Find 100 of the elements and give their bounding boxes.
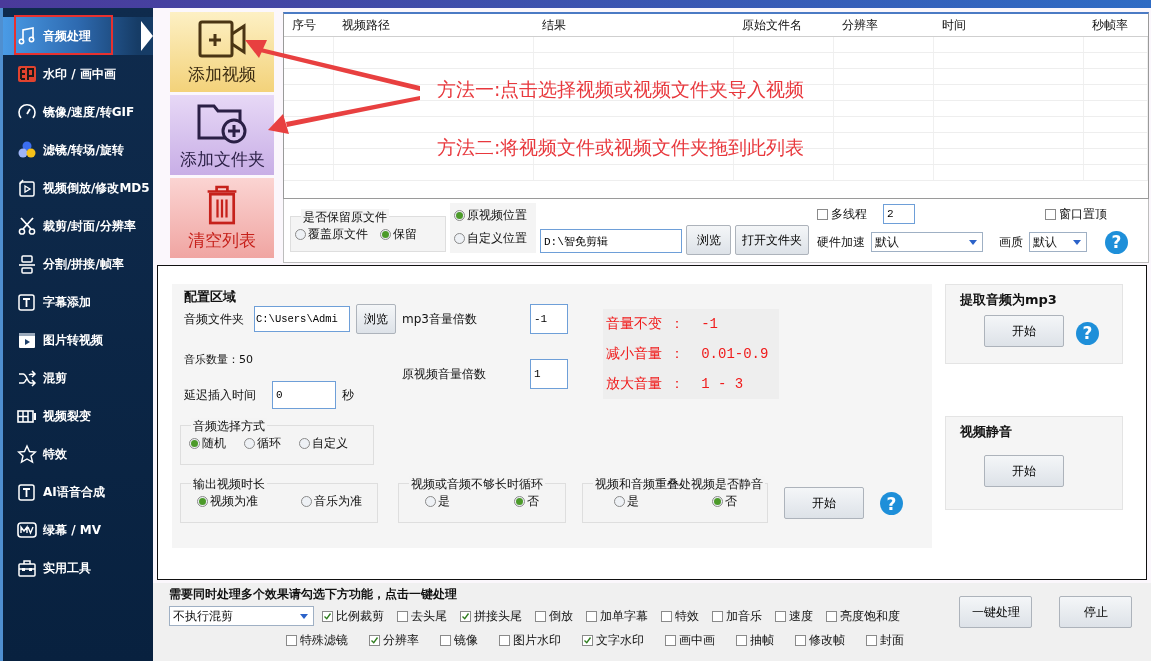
checkbox[interactable]: 文字水印 <box>582 632 644 649</box>
radio-button[interactable]: 原视频位置 <box>454 207 532 225</box>
field-label: 原视频音量倍数 <box>402 365 487 383</box>
radio-button[interactable]: 是 <box>613 493 639 510</box>
column-header[interactable]: 视频路径 <box>334 16 534 34</box>
checkbox[interactable]: 加单字幕 <box>586 607 648 625</box>
sidebar-item[interactable]: 图片转视频 <box>3 321 153 359</box>
checkmark-icon <box>461 611 470 621</box>
annotation-text: 方法一:点击选择视频或视频文件夹导入视频 <box>437 77 805 102</box>
checkbox[interactable]: 特效 <box>661 607 699 625</box>
start-button[interactable]: 开始 <box>984 315 1064 347</box>
checkbox[interactable]: 抽帧 <box>736 632 774 649</box>
help-button[interactable]: ? <box>1076 321 1099 345</box>
checkbox[interactable]: 去头尾 <box>397 607 447 625</box>
checkbox[interactable]: 画中画 <box>665 632 715 649</box>
thread-count-field[interactable]: 2 <box>883 204 915 225</box>
sidebar-item[interactable]: 裁剪/封面/分辨率 <box>3 207 153 245</box>
radio-button[interactable]: 否 <box>514 493 539 510</box>
checkbox[interactable]: 亮度饱和度 <box>826 607 900 625</box>
radio-button[interactable]: 循环 <box>244 435 281 452</box>
text-box-icon <box>17 482 37 502</box>
image-play-icon <box>17 330 37 350</box>
sidebar-item[interactable]: 镜像/速度/转GIF <box>3 93 153 131</box>
radio-button[interactable]: 保留 <box>380 226 417 244</box>
sidebar-item[interactable]: 特效 <box>3 435 153 473</box>
badge-icon <box>17 64 37 84</box>
column-header[interactable]: 原始文件名 <box>734 16 834 34</box>
help-button[interactable]: ? <box>880 492 903 515</box>
dropdown[interactable]: 默认 <box>871 232 983 253</box>
radio-button[interactable]: 是 <box>425 493 450 510</box>
browse-button[interactable]: 浏览 <box>356 304 396 334</box>
checkbox[interactable]: 封面 <box>866 632 904 649</box>
annotation-text: 方法二:将视频文件或视频文件夹拖到此列表 <box>437 135 805 160</box>
radio-button[interactable]: 否 <box>711 493 737 510</box>
text-box-icon <box>17 292 37 312</box>
column-header[interactable]: 结果 <box>534 16 734 34</box>
sidebar-item[interactable]: 水印 / 画中画 <box>3 55 153 93</box>
browse-button[interactable]: 浏览 <box>686 225 731 256</box>
sidebar-item[interactable]: 混剪 <box>3 359 153 397</box>
dropdown[interactable]: 不执行混剪 <box>169 606 314 626</box>
sidebar-item[interactable]: 音频处理 <box>3 17 153 55</box>
radio-button[interactable]: 自定义位置 <box>454 230 532 248</box>
dropdown[interactable]: 默认 <box>1029 232 1087 253</box>
checkbox[interactable]: 图片水印 <box>499 632 561 649</box>
group-title: 提取音频为mp3 <box>960 291 1057 309</box>
checkmark-icon <box>370 636 379 645</box>
add-video-button[interactable]: 添加视频 <box>170 12 274 92</box>
checkbox[interactable]: 倒放 <box>535 607 573 625</box>
sidebar-item[interactable]: 滤镜/转场/旋转 <box>3 131 153 169</box>
sidebar-item[interactable]: 实用工具 <box>3 549 153 587</box>
group-title: 视频静音 <box>960 423 1012 441</box>
sidebar-item[interactable]: 视频裂变 <box>3 397 153 435</box>
sidebar-item[interactable]: 绿幕 / MV <box>3 511 153 549</box>
column-header[interactable]: 时间 <box>934 16 1084 34</box>
group-title: 视频或音频不够长时循环 <box>409 476 545 493</box>
delay-field[interactable]: 0 <box>272 381 336 409</box>
checkbox[interactable]: 修改帧 <box>795 632 845 649</box>
radio-button[interactable]: 随机 <box>189 435 226 452</box>
checkbox[interactable]: 分辨率 <box>369 632 419 649</box>
help-button[interactable]: ? <box>1105 230 1128 254</box>
sidebar-item[interactable]: 分割/拼接/帧率 <box>3 245 153 283</box>
column-header[interactable]: 序号 <box>284 16 334 34</box>
checkbox[interactable]: 特殊滤镜 <box>286 632 348 649</box>
radio-button[interactable]: 视频为准 <box>196 493 258 510</box>
add-folder-button[interactable]: 添加文件夹 <box>170 95 274 175</box>
sidebar-item[interactable]: 视频倒放/修改MD5 <box>3 169 153 207</box>
stop-button[interactable]: 停止 <box>1059 596 1132 628</box>
checkbox[interactable]: 加音乐 <box>712 607 762 625</box>
field-label: 音频文件夹 <box>184 310 244 328</box>
volume-field[interactable]: -1 <box>530 304 568 334</box>
unit-label: 秒 <box>342 386 354 404</box>
field-label: mp3音量倍数 <box>402 310 478 328</box>
checkbox[interactable]: 拼接头尾 <box>460 607 522 625</box>
checkbox[interactable]: 比例裁剪 <box>322 607 384 625</box>
path-field[interactable]: D:\智免剪辑 <box>540 229 682 254</box>
volume-field[interactable]: 1 <box>530 359 568 389</box>
checkmark-icon <box>323 611 332 621</box>
start-button[interactable]: 开始 <box>784 487 864 519</box>
radio-button[interactable]: 覆盖原文件 <box>295 226 368 244</box>
checkbox[interactable]: 窗口置顶 <box>1045 205 1107 223</box>
radio-button[interactable]: 自定义 <box>299 435 348 452</box>
checkbox[interactable]: 镜像 <box>440 632 478 649</box>
shuffle-icon <box>17 368 37 388</box>
sidebar-item[interactable]: 字幕添加 <box>3 283 153 321</box>
open-folder-button[interactable]: 打开文件夹 <box>735 225 809 256</box>
radio-button[interactable]: 音乐为准 <box>300 493 362 510</box>
group-title: 输出视频时长 <box>191 476 267 493</box>
column-header[interactable]: 分辨率 <box>834 16 934 34</box>
instruction-text: 需要同时处理多个效果请勾选下方功能，点击一键处理 <box>169 586 458 603</box>
checkbox[interactable]: 多线程 <box>817 205 867 223</box>
column-header[interactable]: 秒帧率 <box>1084 16 1148 34</box>
start-button[interactable]: 开始 <box>984 455 1064 487</box>
split-icon <box>17 254 37 274</box>
pointer-icon <box>141 21 153 51</box>
sidebar-item[interactable]: AI语音合成 <box>3 473 153 511</box>
caret-icon <box>1073 239 1081 245</box>
checkbox[interactable]: 速度 <box>775 607 813 625</box>
process-all-button[interactable]: 一键处理 <box>959 596 1032 628</box>
caret-icon <box>300 613 308 619</box>
folder-field[interactable]: C:\Users\Admi <box>254 306 350 332</box>
